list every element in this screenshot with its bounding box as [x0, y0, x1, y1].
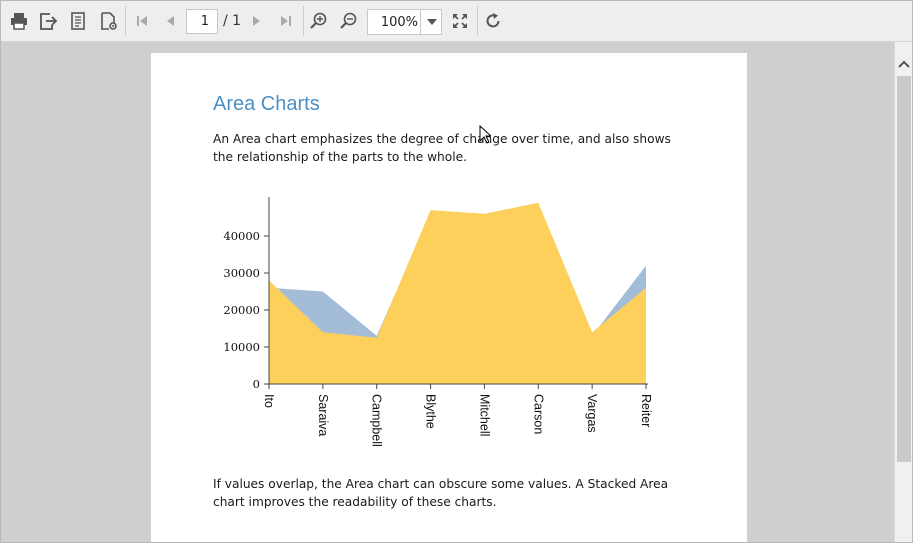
chevron-down-icon — [426, 19, 437, 25]
toolbar-separator — [125, 6, 126, 36]
zoom-value: 100% — [380, 15, 418, 30]
vertical-scrollbar[interactable] — [894, 42, 912, 542]
toolbar-separator — [303, 6, 304, 36]
page-total-label: / 1 — [223, 13, 242, 29]
previous-page-button[interactable] — [157, 8, 183, 34]
page-title: Area Charts — [213, 93, 320, 115]
zoom-select[interactable]: 100% — [367, 9, 442, 35]
print-icon — [11, 13, 27, 30]
page-setup-button[interactable] — [95, 8, 121, 34]
previous-page-icon — [167, 16, 174, 26]
mouse-cursor-icon — [479, 125, 491, 144]
zoom-in-icon — [310, 12, 327, 29]
scrollbar-thumb[interactable] — [897, 76, 911, 462]
x-tick-label: Mitchell — [477, 394, 491, 436]
first-page-icon — [137, 16, 147, 26]
zoom-out-button[interactable] — [336, 8, 362, 34]
y-tick-label: 40000 — [223, 229, 260, 243]
zoom-out-icon — [340, 12, 357, 29]
report-viewer: / 1 100% Area Charts An A — [0, 0, 913, 543]
document-icon — [71, 12, 85, 30]
zoom-in-button[interactable] — [306, 8, 332, 34]
last-page-button[interactable] — [273, 8, 299, 34]
page-number-input[interactable] — [186, 9, 218, 34]
document-map-button[interactable] — [65, 8, 91, 34]
next-page-button[interactable] — [244, 8, 270, 34]
next-page-icon — [253, 16, 260, 26]
y-tick-label: 10000 — [223, 340, 260, 354]
outro-paragraph: If values overlap, the Area chart can ob… — [213, 477, 669, 509]
y-tick-label: 20000 — [223, 303, 260, 317]
first-page-button[interactable] — [129, 8, 155, 34]
toolbar: / 1 100% — [1, 1, 912, 42]
export-icon — [40, 13, 58, 30]
x-tick-label: Carson — [531, 394, 545, 434]
report-page: Area Charts An Area chart emphasizes the… — [151, 53, 747, 542]
report-scroll-area[interactable]: Area Charts An Area chart emphasizes the… — [1, 42, 894, 542]
x-tick-label: Campbell — [370, 394, 384, 447]
refresh-icon — [486, 13, 500, 28]
scroll-up-button[interactable] — [895, 54, 912, 74]
area-chart: 0 10000 20000 30000 40000 Ito Saraiva Campbell B… — [223, 197, 653, 447]
print-button[interactable] — [6, 8, 32, 34]
zoom-dropdown-button[interactable] — [420, 10, 442, 34]
intro-paragraph: An Area chart emphasizes the degree of c… — [213, 132, 671, 164]
x-tick-label: Ito — [262, 394, 276, 408]
toolbar-separator — [477, 6, 478, 36]
area-series-2 — [269, 202, 646, 384]
y-tick-label: 30000 — [223, 266, 260, 280]
export-button[interactable] — [35, 8, 61, 34]
x-tick-label: Saraiva — [316, 394, 330, 436]
last-page-icon — [281, 16, 291, 26]
y-tick-label: 0 — [253, 377, 260, 391]
x-tick-label: Reiter — [639, 394, 653, 427]
x-tick-label: Vargas — [585, 394, 599, 433]
page-settings-icon — [101, 12, 117, 30]
chevron-up-icon — [898, 60, 910, 68]
full-screen-icon — [453, 14, 467, 28]
full-screen-button[interactable] — [447, 8, 473, 34]
x-tick-label: Blythe — [424, 394, 438, 429]
refresh-button[interactable] — [480, 8, 506, 34]
